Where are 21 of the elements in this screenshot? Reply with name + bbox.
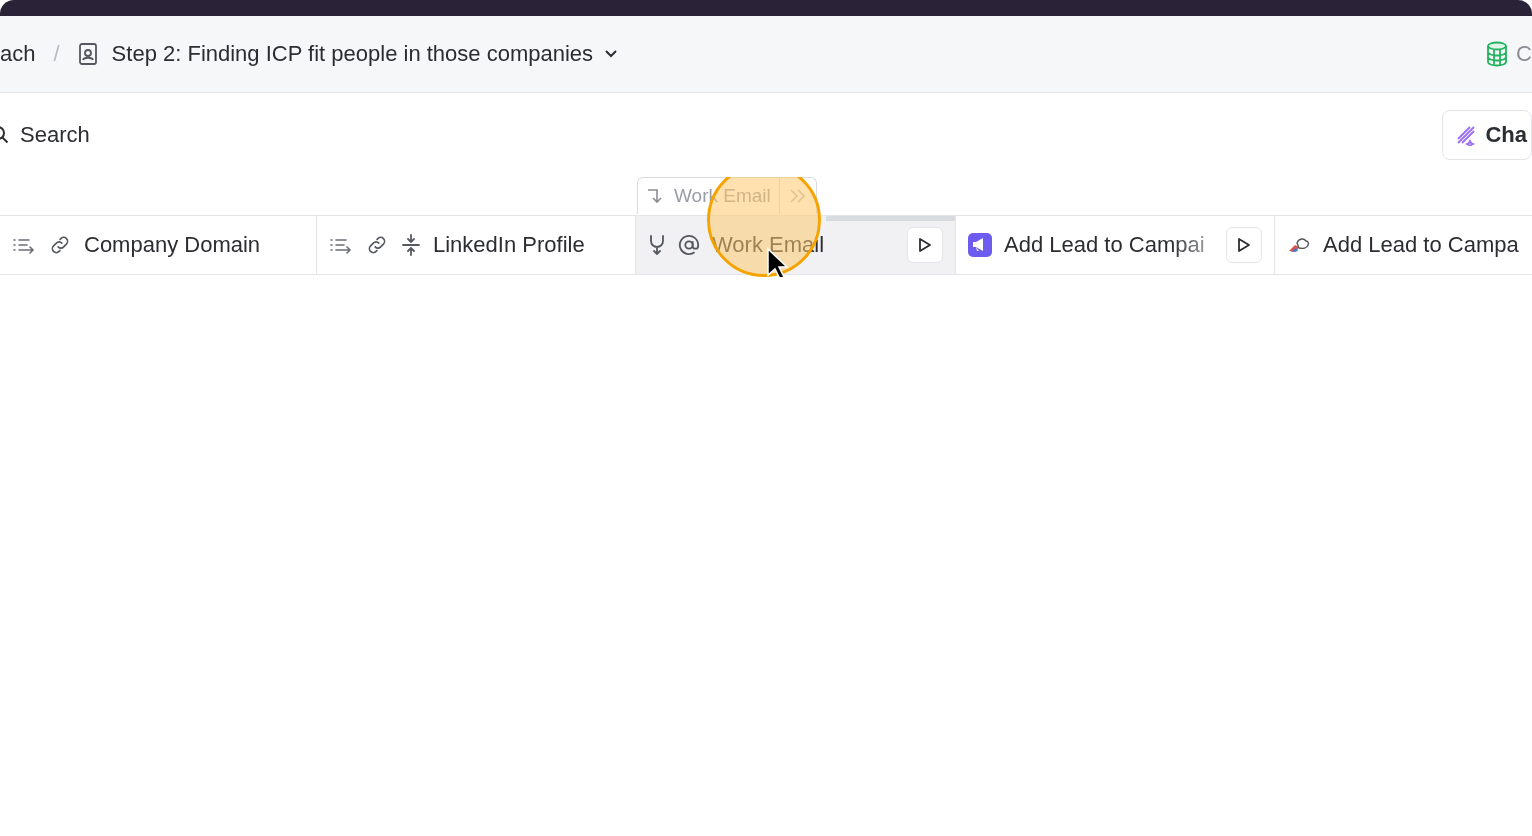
magic-wand-icon — [1455, 124, 1478, 146]
compress-icon — [401, 233, 421, 257]
column-header[interactable]: Company Domain — [0, 216, 317, 274]
toolbar-button[interactable]: Cha — [1442, 110, 1532, 160]
column-header[interactable]: Add Lead to Campai — [956, 216, 1275, 274]
contact-card-icon — [77, 43, 98, 65]
database-icon — [1486, 41, 1509, 67]
breadcrumb-link[interactable]: ach — [0, 41, 36, 67]
double-chevron-icon — [787, 187, 808, 205]
run-column-button[interactable] — [1226, 227, 1262, 263]
megaphone-icon — [968, 233, 992, 257]
breadcrumb-separator: / — [53, 41, 60, 67]
chevron-down-icon[interactable] — [603, 48, 620, 60]
merge-icon — [648, 234, 666, 256]
run-column-button[interactable] — [907, 227, 943, 263]
breadcrumb-title[interactable]: Step 2: Finding ICP fit people in those companies — [111, 41, 594, 67]
column-header[interactable]: Add Lead to Campa — [1275, 216, 1532, 274]
credits-label: C — [1516, 41, 1532, 67]
at-sign-icon — [678, 234, 700, 256]
play-icon — [918, 237, 932, 253]
play-icon — [1237, 237, 1251, 253]
